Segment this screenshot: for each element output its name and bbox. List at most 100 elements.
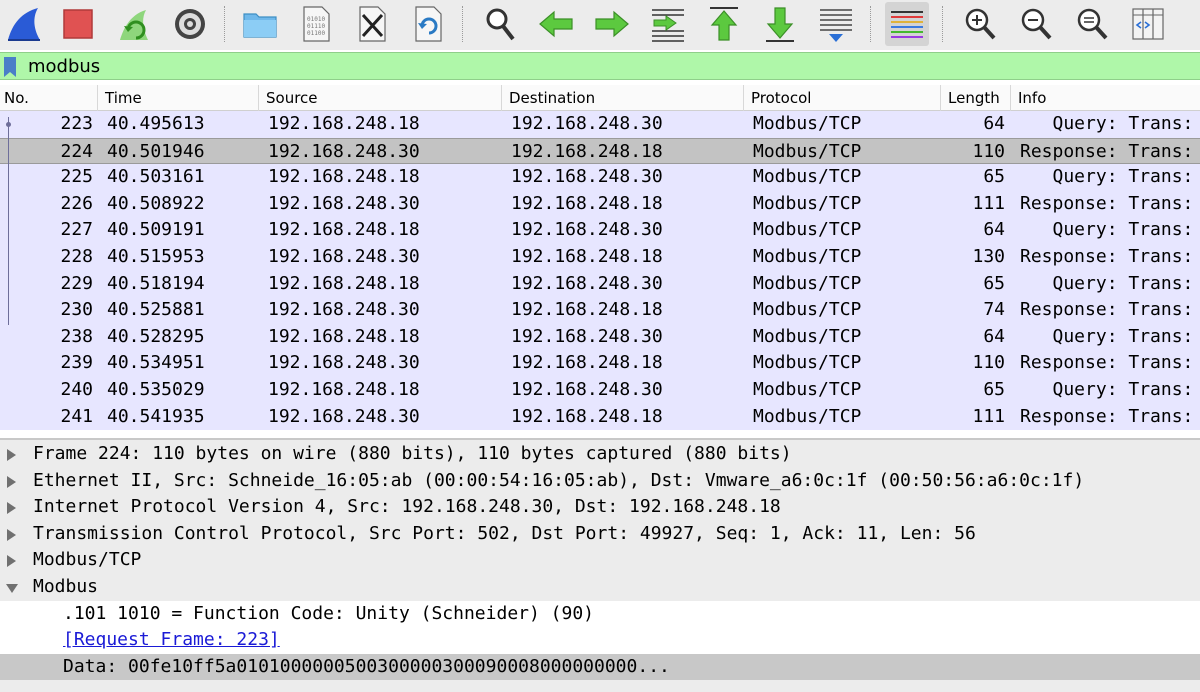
go-last-button[interactable] (758, 2, 802, 46)
find-packet-button[interactable] (478, 2, 522, 46)
cell-destination: 192.168.248.30 (511, 113, 663, 134)
packet-row[interactable]: 238 40.528295 192.168.248.18 192.168.248.30… (0, 323, 1200, 351)
detail-tree-item[interactable]: Modbus/TCP (0, 547, 1200, 574)
auto-scroll-button[interactable] (814, 2, 858, 46)
stop-square-icon (63, 9, 93, 39)
packet-row[interactable]: 224 40.501946 192.168.248.30 192.168.248.18… (0, 137, 1200, 165)
column-header-source[interactable]: Source (262, 85, 502, 111)
capture-options-button[interactable] (168, 2, 212, 46)
cell-source: 192.168.248.18 (268, 272, 420, 294)
colorize-button[interactable] (885, 2, 929, 46)
packet-row[interactable]: 239 40.534951 192.168.248.30 192.168.248.18… (0, 350, 1200, 377)
detail-tree-label: Modbus (33, 576, 99, 597)
packet-row[interactable]: 241 40.541935 192.168.248.30 192.168.248.18… (0, 403, 1200, 431)
cell-source: 192.168.248.30 (268, 192, 420, 214)
packet-row[interactable]: 228 40.515953 192.168.248.30 192.168.248.18… (0, 244, 1200, 271)
detail-tree-item[interactable]: Internet Protocol Version 4, Src: 192.16… (0, 494, 1200, 521)
cell-protocol: Modbus/TCP (753, 405, 862, 427)
collapsed-arrow-icon[interactable] (7, 475, 16, 488)
detail-tree-label: Ethernet II, Src: Schneide_16:05:ab (00:… (33, 469, 1085, 491)
cell-info: Query: Trans: (1020, 325, 1194, 347)
reload-file-button[interactable] (406, 2, 450, 46)
detail-tree-item[interactable]: Frame 224: 110 bytes on wire (880 bits),… (0, 441, 1200, 468)
column-header-protocol[interactable]: Protocol (747, 85, 941, 111)
reload-file-icon (415, 6, 442, 42)
packet-row[interactable]: 240 40.535029 192.168.248.18 192.168.248.30… (0, 377, 1200, 404)
column-header-info[interactable]: Info (1014, 85, 1200, 111)
cell-source: 192.168.248.30 (268, 299, 420, 321)
resize-columns-button[interactable] (1126, 2, 1170, 46)
go-forward-button[interactable] (590, 2, 634, 46)
conversation-line (8, 117, 9, 325)
packet-row[interactable]: 226 40.508922 192.168.248.30 192.168.248.18… (0, 190, 1200, 218)
cell-length: 64 (983, 219, 1005, 241)
cell-time: 40.503161 (107, 166, 205, 188)
zoom-out-button[interactable] (1014, 2, 1058, 46)
packet-row[interactable]: 225 40.503161 192.168.248.18 192.168.248.30… (0, 164, 1200, 191)
cell-info: Query: Trans: (1020, 166, 1194, 188)
collapsed-arrow-icon[interactable] (7, 555, 16, 568)
column-header-time[interactable]: Time (101, 85, 259, 111)
go-back-button[interactable] (534, 2, 578, 46)
cell-info: Response: Trans: (1020, 352, 1194, 374)
arrow-right-icon (595, 10, 629, 38)
collapsed-arrow-icon[interactable] (7, 449, 16, 461)
cell-time: 40.515953 (107, 246, 205, 267)
arrow-down-icon (766, 7, 794, 42)
shark-fin-icon (8, 8, 40, 41)
column-header-length[interactable]: Length (944, 85, 1011, 111)
cell-length: 65 (983, 379, 1005, 400)
packet-list-header: No. Time Source Destination Protocol Len… (0, 85, 1200, 111)
go-to-packet-button[interactable] (646, 2, 690, 46)
bookmark-icon[interactable] (3, 57, 17, 77)
svg-text:01110: 01110 (307, 23, 325, 30)
detail-tree-child-item[interactable]: [Request Frame: 223] (0, 627, 1200, 654)
packet-row[interactable]: 229 40.518194 192.168.248.18 192.168.248.30… (0, 270, 1200, 298)
packet-row[interactable]: 227 40.509191 192.168.248.18 192.168.248.30… (0, 217, 1200, 244)
detail-tree-child-item[interactable]: Data: 00fe10ff5a010100000050030000030009… (0, 653, 1200, 681)
start-capture-button[interactable] (2, 2, 46, 46)
cell-destination: 192.168.248.18 (511, 246, 663, 267)
cell-no: 238 (60, 325, 93, 347)
display-filter-bar (0, 52, 1200, 80)
detail-tree-item[interactable]: Ethernet II, Src: Schneide_16:05:ab (00:… (0, 468, 1200, 495)
display-filter-input[interactable] (28, 55, 1188, 77)
detail-tree-item[interactable]: Modbus (0, 574, 1200, 601)
cell-time: 40.518194 (107, 272, 205, 294)
restart-capture-button[interactable] (112, 2, 156, 46)
close-file-button[interactable] (350, 2, 394, 46)
collapsed-arrow-icon[interactable] (7, 528, 16, 541)
detail-tree-label: Frame 224: 110 bytes on wire (880 bits),… (33, 443, 792, 464)
save-file-button[interactable]: 01010 01110 01100 (294, 2, 338, 46)
collapsed-arrow-icon[interactable] (7, 502, 16, 515)
request-frame-link[interactable]: [Request Frame: 223] (63, 627, 280, 653)
packet-row[interactable]: 223 40.495613 192.168.248.18 192.168.248.30… (0, 111, 1200, 138)
main-toolbar: 01010 01110 01100 (0, 0, 1200, 50)
cell-time: 40.528295 (107, 325, 205, 347)
column-header-no[interactable]: No. (0, 85, 98, 111)
column-header-destination[interactable]: Destination (505, 85, 744, 111)
restart-fin-icon (120, 10, 148, 40)
cell-destination: 192.168.248.30 (511, 219, 663, 241)
cell-source: 192.168.248.18 (268, 325, 420, 347)
detail-tree-child-label: Data: 00fe10ff5a010100000050030000030009… (63, 655, 670, 677)
zoom-in-button[interactable] (958, 2, 1002, 46)
cell-time: 40.525881 (107, 299, 205, 321)
detail-tree-label: Transmission Control Protocol, Src Port:… (33, 522, 976, 544)
detail-tree-item[interactable]: Transmission Control Protocol, Src Port:… (0, 521, 1200, 548)
open-file-button[interactable] (238, 2, 282, 46)
zoom-normal-button[interactable] (1070, 2, 1114, 46)
cell-info: Response: Trans: (1020, 299, 1194, 321)
cell-no: 241 (60, 405, 93, 427)
cell-source: 192.168.248.30 (268, 352, 420, 374)
cell-destination: 192.168.248.18 (511, 405, 663, 427)
packet-row[interactable]: 230 40.525881 192.168.248.30 192.168.248.18… (0, 297, 1200, 324)
go-first-button[interactable] (702, 2, 746, 46)
stop-capture-button[interactable] (56, 2, 100, 46)
cell-destination: 192.168.248.30 (511, 379, 663, 400)
cell-time: 40.508922 (107, 192, 205, 214)
go-to-packet-icon (652, 9, 684, 42)
cell-time: 40.534951 (107, 352, 205, 374)
detail-tree-child-item[interactable]: .101 1010 = Function Code: Unity (Schnei… (0, 600, 1200, 628)
expanded-arrow-icon[interactable] (6, 584, 18, 593)
